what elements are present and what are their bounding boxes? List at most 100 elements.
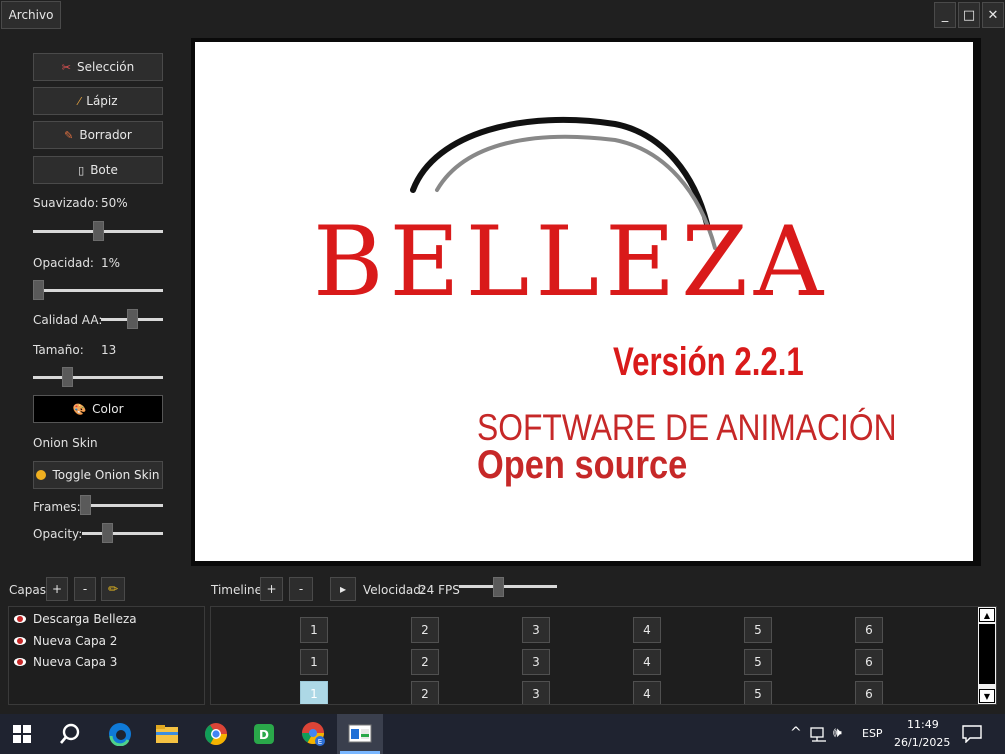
tool-bote-label: Bote: [90, 163, 118, 177]
layer-name: Nueva Capa 3: [33, 655, 118, 669]
frame-cell[interactable]: 1: [300, 681, 328, 704]
layer-item[interactable]: Nueva Capa 3: [14, 655, 117, 669]
speed-slider-handle[interactable]: [493, 577, 504, 597]
svg-text:D: D: [259, 728, 269, 742]
frame-cell[interactable]: 3: [522, 649, 550, 675]
taskbar-chrome-button[interactable]: [194, 714, 238, 754]
frame-cell[interactable]: 5: [744, 649, 772, 675]
timeline-scrollbar[interactable]: ▲ ▼: [978, 607, 996, 704]
drawing-canvas[interactable]: BELLEZA Versión 2.2.1 SOFTWARE DE ANIMAC…: [195, 42, 973, 561]
clock-time[interactable]: 11:49: [907, 718, 939, 731]
logo-text: BELLEZA: [313, 206, 830, 318]
eye-icon[interactable]: [14, 658, 26, 666]
tamano-value: 13: [101, 343, 117, 357]
windows-icon: [13, 725, 31, 743]
frames-slider-handle[interactable]: [80, 495, 91, 515]
taskbar: D E ^ 🕪 ESP 11:49 26/1/2025: [0, 714, 1005, 754]
frames-slider-track[interactable]: [80, 504, 163, 507]
frame-cell[interactable]: 6: [855, 617, 883, 643]
opacity-slider-handle[interactable]: [102, 523, 113, 543]
tool-lapiz-button[interactable]: ⁄ Lápiz: [33, 87, 163, 115]
scroll-down-arrow-icon[interactable]: ▼: [979, 689, 995, 703]
volume-icon[interactable]: 🕪: [833, 725, 842, 741]
frame-cell[interactable]: 1: [300, 649, 328, 675]
add-frame-button[interactable]: +: [260, 577, 283, 601]
taskbar-explorer-button[interactable]: [146, 714, 190, 754]
scroll-thumb[interactable]: [979, 624, 995, 684]
d-app-icon: D: [254, 724, 274, 744]
minimize-button[interactable]: _: [934, 2, 956, 28]
remove-frame-button[interactable]: -: [289, 577, 313, 601]
notification-icon[interactable]: [962, 725, 982, 746]
canvas-frame: BELLEZA Versión 2.2.1 SOFTWARE DE ANIMAC…: [191, 38, 981, 566]
network-icon[interactable]: [810, 727, 828, 746]
frame-cell[interactable]: 2: [411, 649, 439, 675]
frame-cell[interactable]: 2: [411, 617, 439, 643]
bucket-icon: ▯: [78, 163, 85, 177]
add-layer-button[interactable]: +: [46, 577, 68, 601]
layer-item[interactable]: Descarga Belleza: [14, 612, 137, 626]
tray-chevron-icon[interactable]: ^: [790, 725, 802, 741]
layer-name: Nueva Capa 2: [33, 634, 118, 648]
timeline-grid: 1 2 3 4 5 6 1 2 3 4 5 6 1 2 3 4 5 6: [210, 606, 997, 705]
frame-cell[interactable]: 1: [300, 617, 328, 643]
toggle-onion-skin-label: Toggle Onion Skin: [52, 468, 160, 482]
frame-cell[interactable]: 3: [522, 617, 550, 643]
opacity-label: Opacity:: [33, 527, 83, 541]
clock-date[interactable]: 26/1/2025: [894, 736, 950, 749]
opacidad-slider-handle[interactable]: [33, 280, 44, 300]
search-icon: [60, 723, 80, 744]
taskbar-d-app-button[interactable]: D: [242, 714, 286, 754]
toggle-onion-skin-button[interactable]: Toggle Onion Skin: [33, 461, 163, 489]
eye-icon[interactable]: [14, 637, 26, 645]
frame-cell[interactable]: 4: [633, 681, 661, 704]
layers-title: Capas: [9, 583, 46, 597]
frame-cell[interactable]: 2: [411, 681, 439, 704]
opacity-slider-track[interactable]: [82, 532, 163, 535]
taskbar-chrome-profile-button[interactable]: E: [292, 714, 336, 754]
frame-cell[interactable]: 5: [744, 617, 772, 643]
edge-icon: [109, 723, 131, 746]
frame-cell[interactable]: 6: [855, 649, 883, 675]
suavizado-label: Suavizado:: [33, 196, 99, 210]
tamano-slider-handle[interactable]: [62, 367, 73, 387]
suavizado-value: 50%: [101, 196, 128, 210]
start-button[interactable]: [0, 714, 44, 754]
calidad-aa-slider-handle[interactable]: [127, 309, 138, 329]
timeline-title: Timeline: [211, 583, 263, 597]
menu-archivo[interactable]: Archivo: [1, 1, 61, 29]
eye-icon[interactable]: [14, 615, 26, 623]
play-button[interactable]: ▸: [330, 577, 356, 601]
opacidad-slider-track[interactable]: [33, 289, 163, 292]
tool-seleccion-button[interactable]: ✂ Selección: [33, 53, 163, 81]
layer-name: Descarga Belleza: [33, 612, 137, 626]
color-button[interactable]: 🎨 Color: [33, 395, 163, 423]
frame-cell[interactable]: 3: [522, 681, 550, 704]
frame-cell[interactable]: 4: [633, 617, 661, 643]
version-text: Versión 2.2.1: [613, 340, 804, 384]
maximize-button[interactable]: □: [958, 2, 980, 28]
palette-icon: 🎨: [72, 402, 87, 416]
taskbar-active-app-button[interactable]: [337, 714, 383, 754]
tool-bote-button[interactable]: ▯ Bote: [33, 156, 163, 184]
layer-item[interactable]: Nueva Capa 2: [14, 634, 117, 648]
remove-layer-button[interactable]: -: [74, 577, 96, 601]
speed-slider-track[interactable]: [459, 585, 557, 588]
frame-cell[interactable]: 4: [633, 649, 661, 675]
taskbar-edge-button[interactable]: [98, 714, 142, 754]
frame-cell[interactable]: 5: [744, 681, 772, 704]
chrome-icon: [205, 723, 227, 745]
onion-skin-title: Onion Skin: [33, 436, 98, 450]
tamano-slider-track[interactable]: [33, 376, 163, 379]
suavizado-slider-handle[interactable]: [93, 221, 104, 241]
taskbar-search-button[interactable]: [48, 714, 92, 754]
tool-borrador-button[interactable]: ✎ Borrador: [33, 121, 163, 149]
close-button[interactable]: ✕: [982, 2, 1004, 28]
scroll-up-arrow-icon[interactable]: ▲: [979, 608, 995, 622]
tagline2-text: Open source: [477, 443, 688, 487]
frame-cell[interactable]: 6: [855, 681, 883, 704]
edit-layer-button[interactable]: ✏: [101, 577, 125, 601]
keyboard-language[interactable]: ESP: [862, 727, 883, 740]
opacidad-value: 1%: [101, 256, 121, 270]
opacidad-label: Opacidad:: [33, 256, 94, 270]
